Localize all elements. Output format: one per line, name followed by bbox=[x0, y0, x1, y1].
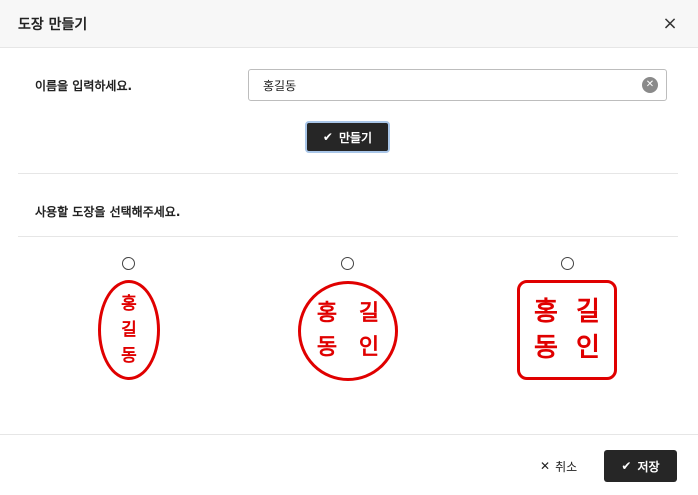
seal-char: 길 bbox=[358, 301, 380, 326]
seal-char: 동 bbox=[121, 346, 137, 366]
section-divider bbox=[18, 173, 678, 174]
seal-char: 인 bbox=[576, 333, 600, 363]
seal-char: 인 bbox=[358, 335, 380, 360]
seal-radio-oval[interactable] bbox=[122, 257, 135, 270]
make-button-label: 만들기 bbox=[338, 130, 373, 145]
seal-char: 동 bbox=[534, 333, 558, 363]
name-input[interactable] bbox=[249, 70, 629, 100]
seal-radio-circle[interactable] bbox=[341, 257, 354, 270]
seal-oval[interactable]: 홍 길 동 bbox=[98, 280, 160, 380]
section-divider bbox=[18, 236, 678, 237]
dialog-title: 도장 만들기 bbox=[18, 17, 88, 33]
make-button[interactable]: ✔ 만들기 bbox=[305, 121, 390, 153]
seal-char: 길 bbox=[121, 320, 137, 340]
seal-radio-square[interactable] bbox=[561, 257, 574, 270]
save-button[interactable]: ✔ 저장 bbox=[604, 450, 677, 482]
seal-square[interactable]: 홍 길 동 인 bbox=[517, 280, 617, 380]
select-seal-label: 사용할 도장을 선택해주세요. bbox=[35, 205, 181, 219]
seal-char: 홍 bbox=[316, 301, 338, 326]
close-icon: ✕ bbox=[540, 459, 551, 473]
cancel-button[interactable]: ✕ 취소 bbox=[540, 452, 590, 480]
name-input-container: ✕ bbox=[248, 69, 667, 101]
seal-char: 동 bbox=[316, 335, 338, 360]
save-button-label: 저장 bbox=[637, 459, 660, 474]
check-icon: ✔ bbox=[621, 459, 632, 473]
seal-char: 홍 bbox=[534, 297, 558, 327]
cancel-button-label: 취소 bbox=[555, 459, 578, 474]
clear-input-icon[interactable]: ✕ bbox=[642, 77, 658, 93]
name-label: 이름을 입력하세요. bbox=[35, 79, 133, 93]
seal-char: 길 bbox=[576, 297, 600, 327]
close-icon[interactable]: × bbox=[660, 14, 680, 34]
check-icon: ✔ bbox=[322, 130, 333, 144]
footer-divider bbox=[0, 434, 698, 435]
dialog-header: 도장 만들기 × bbox=[0, 0, 698, 48]
seal-circle[interactable]: 홍 길 동 인 bbox=[298, 281, 398, 381]
seal-char: 홍 bbox=[121, 294, 137, 314]
